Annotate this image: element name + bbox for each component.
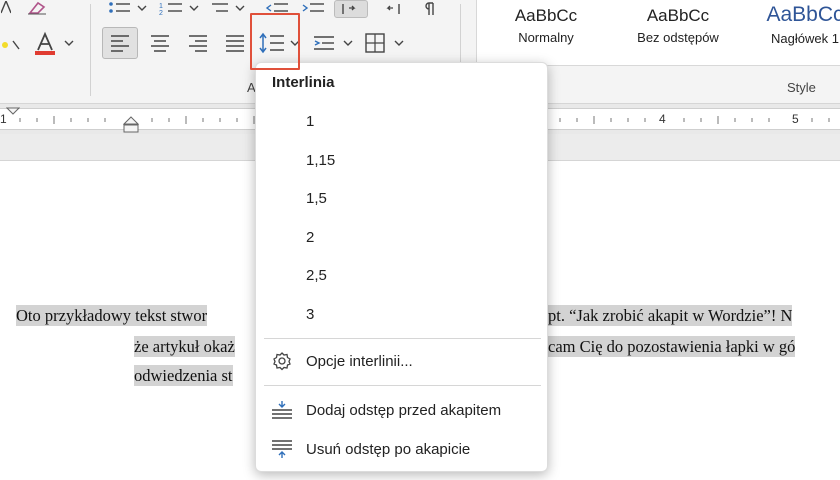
- svg-text:1: 1: [159, 3, 163, 10]
- font-color-button[interactable]: [30, 30, 78, 58]
- styles-group-label: Style: [787, 80, 816, 95]
- style-name: Bez odstępów: [637, 30, 719, 45]
- first-line-indent-marker[interactable]: [5, 102, 21, 115]
- rtl-text-button[interactable]: [376, 0, 406, 18]
- ruler-number: 4: [659, 112, 666, 126]
- borders-button[interactable]: [362, 27, 408, 59]
- highlighted-text: Oto przykładowy tekst stwor: [16, 305, 208, 326]
- add-space-before-icon: [270, 400, 294, 420]
- menu-item-label: Dodaj odstęp przed akapitem: [306, 401, 502, 419]
- highlighted-text: odwiedzenia st: [134, 365, 233, 386]
- style-sample: AaBbCc: [646, 6, 710, 25]
- menu-separator: [264, 338, 541, 339]
- clear-formatting-icon[interactable]: [24, 0, 52, 16]
- document-text-line: cam Cię do pozostawienia łapki w gó: [548, 336, 796, 357]
- bullets-button[interactable]: [106, 0, 152, 18]
- ltr-text-button[interactable]: [334, 0, 368, 18]
- svg-text:2: 2: [159, 10, 163, 17]
- show-marks-button[interactable]: [416, 0, 442, 18]
- shading-button[interactable]: [312, 27, 356, 59]
- document-text-line: Oto przykładowy tekst stwor: [16, 305, 208, 326]
- line-spacing-button[interactable]: [257, 27, 303, 59]
- group-separator: [90, 4, 91, 96]
- spacing-option-1-15[interactable]: 1,15: [260, 143, 545, 177]
- spacing-option-label: 1,5: [306, 189, 327, 207]
- style-sample: AaBbCc: [766, 3, 840, 26]
- spacing-option-3[interactable]: 3: [260, 297, 545, 331]
- highlighted-text: pt. “Jak zrobić akapit w Wordzie”! N: [548, 305, 793, 326]
- menu-item-label: Opcje interlinii...: [306, 352, 413, 370]
- align-center-button[interactable]: [144, 27, 176, 59]
- line-spacing-menu: Interlinia 1 1,15 1,5 2 2,5 3 Opcje inte…: [255, 62, 548, 472]
- spacing-option-label: 2,5: [306, 266, 327, 284]
- align-left-button[interactable]: [102, 27, 138, 59]
- highlighted-text: cam Cię do pozostawienia łapki w gó: [548, 336, 796, 357]
- hanging-indent-marker[interactable]: [122, 116, 140, 134]
- style-normal[interactable]: AaBbCc Normalny: [487, 0, 605, 62]
- spacing-option-label: 2: [306, 228, 315, 246]
- remove-space-after-item[interactable]: Usuń odstęp po akapicie: [260, 432, 545, 466]
- font-size-partial-icon[interactable]: [0, 0, 12, 16]
- document-text-line: odwiedzenia st: [134, 365, 233, 386]
- increase-indent-button[interactable]: [298, 0, 328, 18]
- align-right-button[interactable]: [182, 27, 214, 59]
- menu-separator: [264, 385, 541, 386]
- numbering-button[interactable]: 12: [158, 0, 204, 18]
- line-spacing-options-item[interactable]: Opcje interlinii...: [260, 344, 545, 378]
- spacing-option-1[interactable]: 1: [260, 104, 545, 138]
- spacing-option-2[interactable]: 2: [260, 220, 545, 254]
- spacing-option-label: 1,15: [306, 151, 336, 169]
- menu-title: Interlinia: [272, 74, 335, 91]
- spacing-option-label: 1: [306, 112, 315, 130]
- menu-item-label: Usuń odstęp po akapicie: [306, 440, 471, 458]
- document-text-line: że artykuł okaż: [134, 336, 235, 357]
- ruler-number: 5: [792, 112, 799, 126]
- style-heading-1[interactable]: AaBbCc Nagłówek 1: [755, 0, 840, 62]
- multilevel-list-button[interactable]: [210, 0, 250, 18]
- style-name: Nagłówek 1: [771, 31, 839, 46]
- style-no-spacing[interactable]: AaBbCc Bez odstępów: [615, 0, 741, 62]
- gear-icon: [270, 351, 294, 371]
- style-sample: AaBbCc: [514, 6, 578, 25]
- spacing-option-1-5[interactable]: 1,5: [260, 181, 545, 215]
- style-name: Normalny: [518, 30, 574, 45]
- highlighted-text: że artykuł okaż: [134, 336, 235, 357]
- highlight-color-button[interactable]: [0, 30, 24, 58]
- styles-gallery: AaBbCc Normalny AaBbCc Bez odstępów AaBb…: [476, 0, 840, 66]
- remove-space-after-icon: [270, 439, 294, 459]
- add-space-before-item[interactable]: Dodaj odstęp przed akapitem: [260, 393, 545, 427]
- justify-button[interactable]: [220, 27, 250, 59]
- spacing-option-label: 3: [306, 305, 315, 323]
- document-text-line: pt. “Jak zrobić akapit w Wordzie”! N: [548, 305, 793, 326]
- spacing-option-2-5[interactable]: 2,5: [260, 258, 545, 292]
- decrease-indent-button[interactable]: [262, 0, 292, 18]
